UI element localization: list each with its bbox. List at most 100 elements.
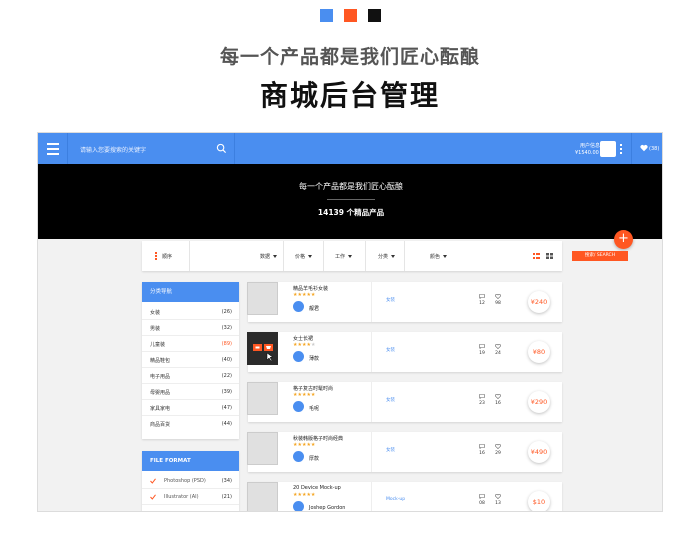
- price-badge[interactable]: $10: [528, 491, 550, 511]
- price-badge[interactable]: ¥240: [528, 291, 550, 313]
- filter-label: 数据: [260, 254, 271, 260]
- sidebar-item-count: (26): [221, 309, 232, 315]
- caret-down-icon: [348, 255, 353, 258]
- price-badge[interactable]: ¥80: [528, 341, 550, 363]
- checkmark-icon[interactable]: [150, 494, 156, 500]
- format-count: (34): [221, 478, 232, 484]
- sidebar-item[interactable]: 男装 (32): [142, 320, 239, 336]
- hamburger-menu-icon[interactable]: [38, 133, 68, 164]
- product-card[interactable]: 精品羊毛衫女装 ★★★★★ 靓君 女装 12 98 ¥240: [247, 282, 562, 322]
- product-author: 厚款: [309, 456, 320, 462]
- filter-label: 工作: [335, 254, 346, 260]
- avatar: [293, 301, 304, 312]
- sidebar-item[interactable]: 儿童装 (89): [142, 336, 239, 352]
- more-options-icon[interactable]: [620, 144, 623, 154]
- product-category[interactable]: 女装: [386, 447, 395, 453]
- sidebar-item-count: (47): [221, 405, 232, 411]
- list-view-icon[interactable]: [533, 253, 540, 259]
- avatar: [293, 351, 304, 362]
- avatar[interactable]: [600, 141, 616, 157]
- product-thumbnail[interactable]: [247, 432, 278, 465]
- sidebar-item-label: 母婴用品: [150, 390, 171, 396]
- product-name: 女士长裙: [293, 336, 314, 342]
- product-name: 格子复古时髦时尚: [293, 386, 334, 392]
- sidebar-item-count: (44): [221, 421, 232, 427]
- filter-label: 颜色: [430, 254, 441, 260]
- search-input[interactable]: 请输入您要搜索的关键字: [80, 145, 146, 154]
- sidebar-item-label: 男装: [150, 326, 161, 332]
- rating-stars-icon: ★★★★★: [293, 492, 316, 498]
- comment-stat: 23: [475, 394, 489, 406]
- sidebar-item[interactable]: 女装 (26): [142, 304, 239, 320]
- product-category[interactable]: 女装: [386, 397, 395, 403]
- product-card[interactable]: 秋装韩版格子时尚经典 ★★★★★ 厚款 女装 16 29 ¥490: [247, 432, 562, 472]
- filter-bar: 顺序 数据 价格 工作 分类 颜色 搜索/ SEARCH: [142, 241, 628, 271]
- sidebar-item-count: (40): [221, 357, 232, 363]
- product-card[interactable]: 20 Device Mock-up ★★★★★ Joshep Gordon Mo…: [247, 482, 562, 511]
- heart-outline-icon: [495, 494, 501, 499]
- product-thumbnail[interactable]: [247, 282, 278, 315]
- product-card[interactable]: 女士长裙 ★★★★★ 薄款 女装 19 24 ¥80: [247, 332, 562, 372]
- category-sidebar: 分类导航 女装 (26) 男装 (32) 儿童装 (89) 精品鞋包 (40) 电子用品…: [142, 282, 239, 439]
- sidebar-item[interactable]: 母婴用品 (39): [142, 384, 239, 400]
- comment-icon: [479, 444, 485, 449]
- product-name: 20 Device Mock-up: [293, 485, 341, 491]
- product-author: Joshep Gordon: [309, 505, 346, 511]
- sidebar-item-label: 儿童装: [150, 342, 166, 348]
- page-title: 商城后台管理: [259, 79, 440, 112]
- sidebar-item[interactable]: 商品百货 (44): [142, 416, 239, 432]
- sidebar-item-label: 精品鞋包: [150, 358, 171, 364]
- hero-banner: 每一个产品都是我们匠心酝酿 14139 个精品产品: [38, 164, 662, 239]
- format-option[interactable]: Illustrator (AI) (21): [142, 489, 239, 505]
- sidebar-item-label: 女装: [150, 310, 161, 316]
- cart-icon[interactable]: [248, 333, 279, 366]
- like-count: 16: [495, 401, 501, 406]
- format-label: Illustrator (AI): [164, 494, 199, 500]
- price-badge[interactable]: ¥290: [528, 391, 550, 413]
- hero-title: 每一个产品都是我们匠心酝酿: [299, 182, 403, 191]
- like-stat: 16: [491, 394, 505, 406]
- add-button[interactable]: +: [614, 230, 633, 249]
- heart-outline-icon: [495, 444, 501, 449]
- search-button[interactable]: 搜索/ SEARCH: [572, 251, 628, 261]
- search-icon[interactable]: [216, 143, 227, 154]
- avatar: [293, 451, 304, 462]
- filter-label: 分类: [378, 254, 389, 260]
- checkmark-icon[interactable]: [150, 478, 156, 484]
- product-card[interactable]: 格子复古时髦时尚 ★★★★★ 毛呢 女装 23 16 ¥290: [247, 382, 562, 422]
- grid-view-icon[interactable]: [546, 253, 553, 259]
- sidebar-title: 分类导航: [142, 282, 239, 302]
- divider: [371, 282, 372, 322]
- comment-stat: 08: [475, 494, 489, 506]
- sort-button[interactable]: 顺序: [162, 253, 172, 260]
- price-badge[interactable]: ¥490: [528, 441, 550, 463]
- heart-icon[interactable]: [640, 144, 648, 152]
- like-stat: 98: [491, 294, 505, 306]
- sidebar-item-label: 商品百货: [150, 422, 171, 428]
- divider: [283, 241, 284, 271]
- filter-price-dropdown[interactable]: 价格: [295, 253, 313, 260]
- filter-category-dropdown[interactable]: 分类: [378, 253, 396, 260]
- caret-down-icon: [443, 255, 448, 258]
- product-category[interactable]: 女装: [386, 347, 395, 353]
- sidebar-item[interactable]: 精品鞋包 (40): [142, 352, 239, 368]
- filter-work-dropdown[interactable]: 工作: [335, 253, 353, 260]
- product-thumbnail[interactable]: [247, 332, 278, 365]
- divider: [327, 199, 375, 200]
- product-category[interactable]: Mock-up: [386, 497, 405, 502]
- product-category[interactable]: 女装: [386, 297, 395, 303]
- app-window: 请输入您要搜索的关键字 用户信息 ¥1540.00 (38) 每一个产品都是我们…: [37, 132, 663, 512]
- sidebar-item-count: (32): [221, 325, 232, 331]
- product-thumbnail[interactable]: [247, 482, 278, 511]
- filter-color-dropdown[interactable]: 颜色: [430, 253, 448, 260]
- sidebar-item[interactable]: 电子用品 (22): [142, 368, 239, 384]
- format-option[interactable]: Photoshop (PSD) (34): [142, 473, 239, 489]
- like-stat: 29: [491, 444, 505, 456]
- top-bar: 请输入您要搜索的关键字 用户信息 ¥1540.00 (38): [38, 133, 662, 164]
- product-thumbnail[interactable]: [247, 382, 278, 415]
- caret-down-icon: [391, 255, 396, 258]
- divider: [371, 332, 372, 372]
- filter-data-dropdown[interactable]: 数据: [260, 253, 278, 260]
- sidebar-item[interactable]: 家具家电 (47): [142, 400, 239, 416]
- product-name: 秋装韩版格子时尚经典: [293, 436, 344, 442]
